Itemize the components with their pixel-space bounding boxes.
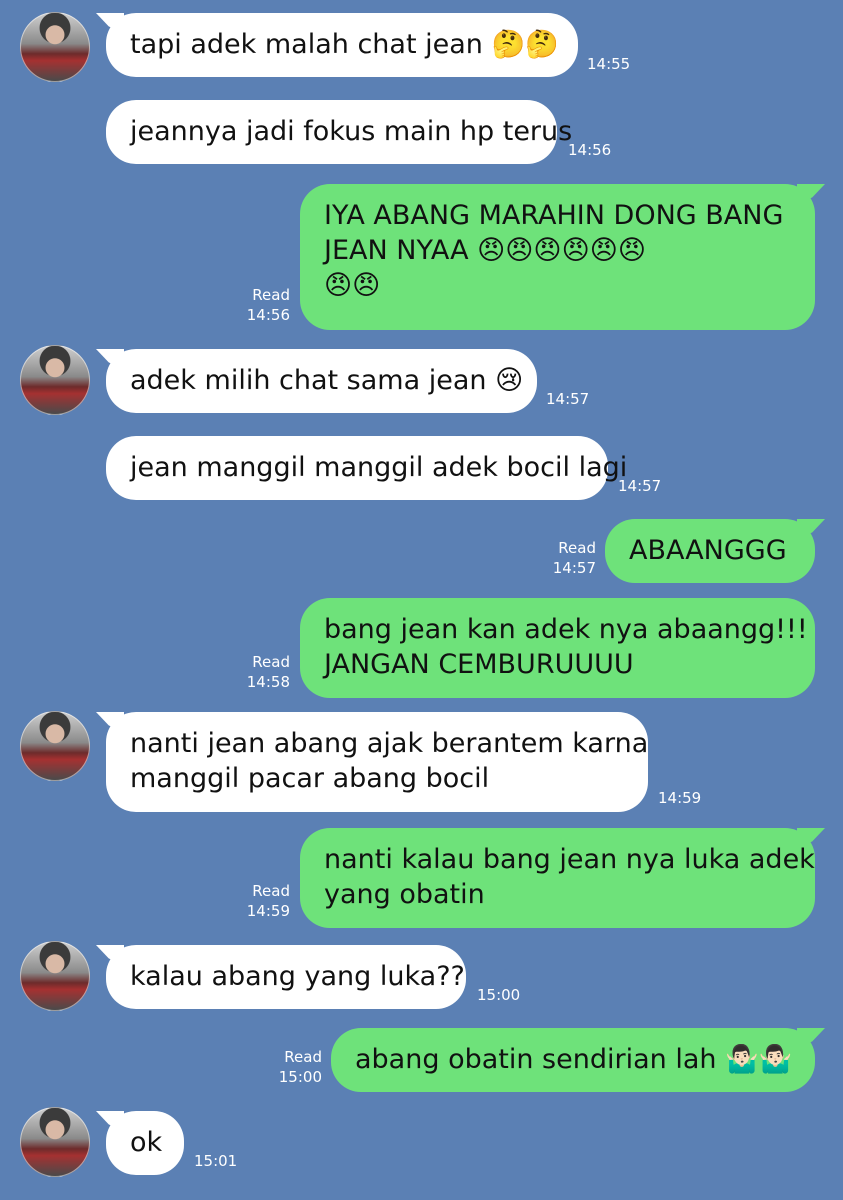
read-label: Read xyxy=(252,286,290,304)
message-line: yang obatin xyxy=(324,879,485,910)
message-time: 14:57 xyxy=(552,559,596,577)
message-bubble-incoming[interactable]: adek milih chat sama jean 😢 xyxy=(106,349,537,413)
message-bubble-outgoing[interactable]: nanti kalau bang jean nya luka adek yang… xyxy=(300,828,815,928)
message-time: 14:59 xyxy=(246,902,290,920)
read-label: Read xyxy=(558,539,596,557)
message-time: 14:56 xyxy=(246,306,290,324)
message-time: 14:59 xyxy=(658,789,702,807)
message-bubble-outgoing[interactable]: IYA ABANG MARAHIN DONG BANG JEAN NYAA 😠😠… xyxy=(300,184,815,330)
message-line: nanti kalau bang jean nya luka adek xyxy=(324,844,815,875)
message-line: nanti jean abang ajak berantem karna xyxy=(130,728,649,759)
read-label: Read xyxy=(252,653,290,671)
contact-avatar[interactable] xyxy=(20,1107,90,1177)
message-time: 14:57 xyxy=(618,477,662,495)
message-text: jeannya jadi fokus main hp terus xyxy=(130,116,573,147)
message-bubble-outgoing[interactable]: abang obatin sendirian lah 🤷🏻‍♂️🤷🏻‍♂️ xyxy=(331,1028,815,1092)
message-line: JANGAN CEMBURUUUU xyxy=(324,649,634,680)
chat-thread: tapi adek malah chat jean 🤔🤔 14:55 jeann… xyxy=(0,0,843,1200)
message-text: ABAANGGG xyxy=(629,535,787,566)
message-text: jean manggil manggil adek bocil lagi xyxy=(130,452,628,483)
message-text: abang obatin sendirian lah 🤷🏻‍♂️🤷🏻‍♂️ xyxy=(355,1044,793,1075)
contact-avatar[interactable] xyxy=(20,345,90,415)
read-receipt: Read 14:56 xyxy=(236,285,290,325)
read-receipt: Read 15:00 xyxy=(268,1047,322,1087)
message-text: tapi adek malah chat jean 🤔🤔 xyxy=(130,29,559,60)
message-time: 15:00 xyxy=(278,1068,322,1086)
message-line: IYA ABANG MARAHIN DONG BANG xyxy=(324,200,784,231)
message-bubble-incoming[interactable]: tapi adek malah chat jean 🤔🤔 xyxy=(106,13,578,77)
message-line: 😠😠 xyxy=(324,270,381,301)
message-text: kalau abang yang luka?? xyxy=(130,961,465,992)
message-bubble-incoming[interactable]: jean manggil manggil adek bocil lagi xyxy=(106,436,627,500)
message-bubble-outgoing[interactable]: ABAANGGG xyxy=(605,519,815,583)
message-bubble-incoming[interactable]: kalau abang yang luka?? xyxy=(106,945,466,1009)
read-label: Read xyxy=(252,882,290,900)
message-time: 14:56 xyxy=(568,141,612,159)
message-time: 15:01 xyxy=(194,1152,238,1170)
message-bubble-incoming[interactable]: ok xyxy=(106,1111,184,1175)
message-bubble-outgoing[interactable]: bang jean kan adek nya abaangg!!! JANGAN… xyxy=(300,598,815,698)
read-label: Read xyxy=(284,1048,322,1066)
message-bubble-incoming[interactable]: jeannya jadi fokus main hp terus xyxy=(106,100,572,164)
contact-avatar[interactable] xyxy=(20,711,90,781)
message-line: bang jean kan adek nya abaangg!!! xyxy=(324,614,808,645)
message-time: 14:57 xyxy=(546,390,590,408)
message-text: adek milih chat sama jean 😢 xyxy=(130,365,524,396)
message-time: 14:58 xyxy=(246,673,290,691)
message-line: JEAN NYAA 😠😠😠😠😠😠 xyxy=(324,235,647,266)
message-time: 14:55 xyxy=(587,55,631,73)
read-receipt: Read 14:57 xyxy=(542,538,596,578)
message-text: ok xyxy=(130,1127,163,1158)
message-bubble-incoming[interactable]: nanti jean abang ajak berantem karna man… xyxy=(106,712,648,812)
message-line: manggil pacar abang bocil xyxy=(130,763,490,794)
message-time: 15:00 xyxy=(477,986,521,1004)
contact-avatar[interactable] xyxy=(20,941,90,1011)
contact-avatar[interactable] xyxy=(20,12,90,82)
read-receipt: Read 14:59 xyxy=(236,881,290,921)
read-receipt: Read 14:58 xyxy=(236,652,290,692)
